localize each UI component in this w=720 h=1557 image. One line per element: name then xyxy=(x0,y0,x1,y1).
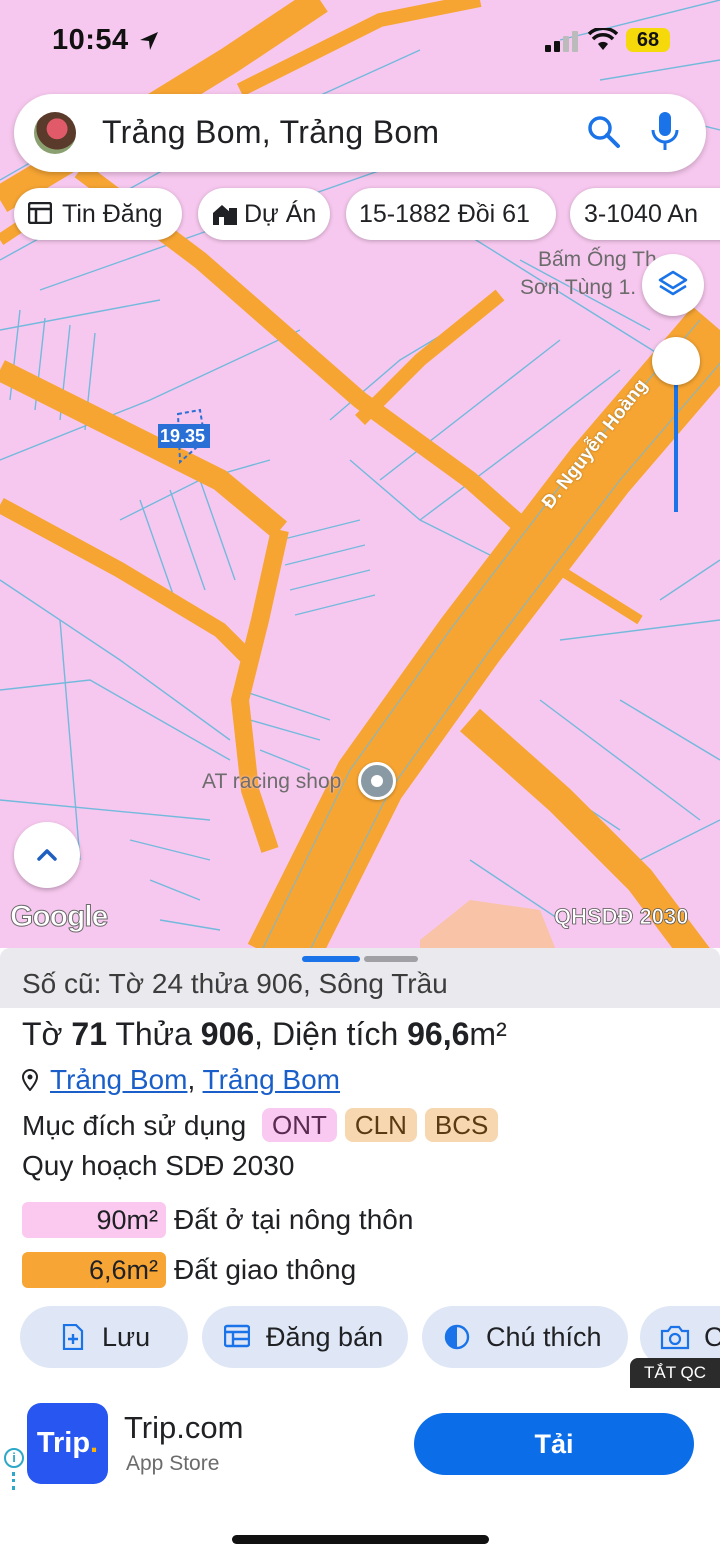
battery-indicator: 68 xyxy=(626,28,670,52)
plan-row-label: Đất giao thông xyxy=(174,1254,357,1285)
plan-area-swatch: 90m² xyxy=(22,1202,166,1238)
sheet-handle-active[interactable] xyxy=(302,956,360,962)
status-bar: 10:54 68 xyxy=(0,0,720,80)
chip-saved-parcel-1[interactable]: 15-1882 Đồi 61 xyxy=(346,188,556,240)
building-icon xyxy=(213,205,237,225)
plan-row-label: Đất ở tại nông thôn xyxy=(174,1204,414,1235)
parcel-address: Trảng Bom, Trảng Bom xyxy=(22,1064,340,1096)
contrast-icon xyxy=(444,1324,470,1350)
parcel-number-label: 19.35 xyxy=(158,424,210,448)
chip-saved-parcel-2[interactable]: 3-1040 An xyxy=(570,188,720,240)
avatar[interactable] xyxy=(34,112,76,154)
action-label: Lưu xyxy=(102,1322,151,1352)
sheet-header[interactable]: Số cũ: Tờ 24 thửa 906, Sông Trầu xyxy=(0,948,720,1008)
chip-label: 3-1040 An xyxy=(584,200,698,228)
action-label: Chú thích xyxy=(486,1322,602,1352)
clock: 10:54 xyxy=(52,24,129,56)
ad-info-icon[interactable]: i xyxy=(4,1448,24,1468)
poi-pin-icon[interactable] xyxy=(358,762,396,800)
land-usage: Mục đích sử dụng ONT CLN BCS xyxy=(22,1108,499,1142)
plan-layer-label: QHSDĐ 2030 xyxy=(554,904,689,930)
layers-icon xyxy=(658,270,688,296)
map-view[interactable]: 10:54 68 Trảng Bom, Trảng Bom Tin Đăng D… xyxy=(0,0,720,960)
chip-label: 15-1882 Đồi 61 xyxy=(359,200,530,228)
ad-store-name: App Store xyxy=(126,1452,220,1475)
legend-button[interactable]: Chú thích xyxy=(422,1306,628,1368)
search-bar[interactable]: Trảng Bom, Trảng Bom xyxy=(14,94,706,172)
plan-area-swatch: 6,6m² xyxy=(22,1252,166,1288)
plan-row-residential: 90m² Đất ở tại nông thôn xyxy=(22,1202,413,1238)
plan-row-traffic: 6,6m² Đất giao thông xyxy=(22,1252,356,1288)
microphone-icon[interactable] xyxy=(650,110,680,154)
news-icon xyxy=(28,202,52,224)
poi-label[interactable]: AT racing shop xyxy=(202,770,341,794)
usage-tag-ont[interactable]: ONT xyxy=(261,1108,337,1142)
listing-icon xyxy=(224,1324,250,1348)
chip-label: Dự Án xyxy=(244,200,317,228)
chip-label: Tin Đăng xyxy=(62,200,163,228)
save-doc-icon xyxy=(62,1324,84,1350)
location-arrow-icon xyxy=(140,32,158,50)
google-logo: Google xyxy=(9,900,108,934)
layers-button[interactable] xyxy=(642,254,704,316)
expand-sheet-button[interactable] xyxy=(14,822,80,888)
usage-tag-cln[interactable]: CLN xyxy=(344,1108,417,1142)
action-buttons: Lưu Đăng bán Chú thích C xyxy=(0,1306,720,1368)
ad-app-name: Trip.com xyxy=(124,1410,244,1445)
map-place-label: Sơn Tùng 1. xyxy=(520,276,637,299)
ad-banner[interactable]: i Trip. Trip.com App Store Tải xyxy=(0,1388,720,1498)
address-link-ward[interactable]: Trảng Bom xyxy=(50,1064,187,1095)
search-icon[interactable] xyxy=(586,114,622,150)
app-logo: Trip. xyxy=(27,1403,108,1484)
parcel-title: Tờ 71 Thửa 906, Diện tích 96,6m² xyxy=(22,1016,507,1052)
usage-tag-bcs[interactable]: BCS xyxy=(424,1108,499,1142)
wifi-icon xyxy=(588,28,618,50)
chevron-up-icon xyxy=(37,849,57,861)
filter-chips: Tin Đăng Dự Án 15-1882 Đồi 61 3-1040 An xyxy=(14,188,720,240)
cellular-signal-icon xyxy=(545,30,581,52)
post-for-sale-button[interactable]: Đăng bán xyxy=(202,1306,408,1368)
download-button[interactable]: Tải xyxy=(414,1413,694,1475)
sheet-handle[interactable] xyxy=(364,956,418,962)
ads-off-button[interactable]: TẮT QC xyxy=(630,1358,720,1388)
map-place-label: Bấm Ống Th xyxy=(538,248,657,271)
home-indicator[interactable] xyxy=(232,1535,489,1544)
camera-icon xyxy=(660,1325,690,1350)
chip-tin-dang[interactable]: Tin Đăng xyxy=(14,188,182,240)
location-pin-icon xyxy=(22,1069,38,1091)
action-label: Đăng bán xyxy=(266,1322,384,1352)
ad-choices-icon xyxy=(12,1472,15,1490)
parcel-info-sheet: Số cũ: Tờ 24 thửa 906, Sông Trầu Tờ 71 T… xyxy=(0,948,720,1388)
plan-title: Quy hoạch SDĐ 2030 xyxy=(22,1150,295,1181)
address-link-district[interactable]: Trảng Bom xyxy=(203,1064,340,1095)
search-input[interactable]: Trảng Bom, Trảng Bom xyxy=(102,114,439,151)
chip-du-an[interactable]: Dự Án xyxy=(198,188,330,240)
opacity-slider-handle[interactable] xyxy=(652,337,700,385)
save-button[interactable]: Lưu xyxy=(20,1306,188,1368)
old-reference: Số cũ: Tờ 24 thửa 906, Sông Trầu xyxy=(22,968,448,999)
